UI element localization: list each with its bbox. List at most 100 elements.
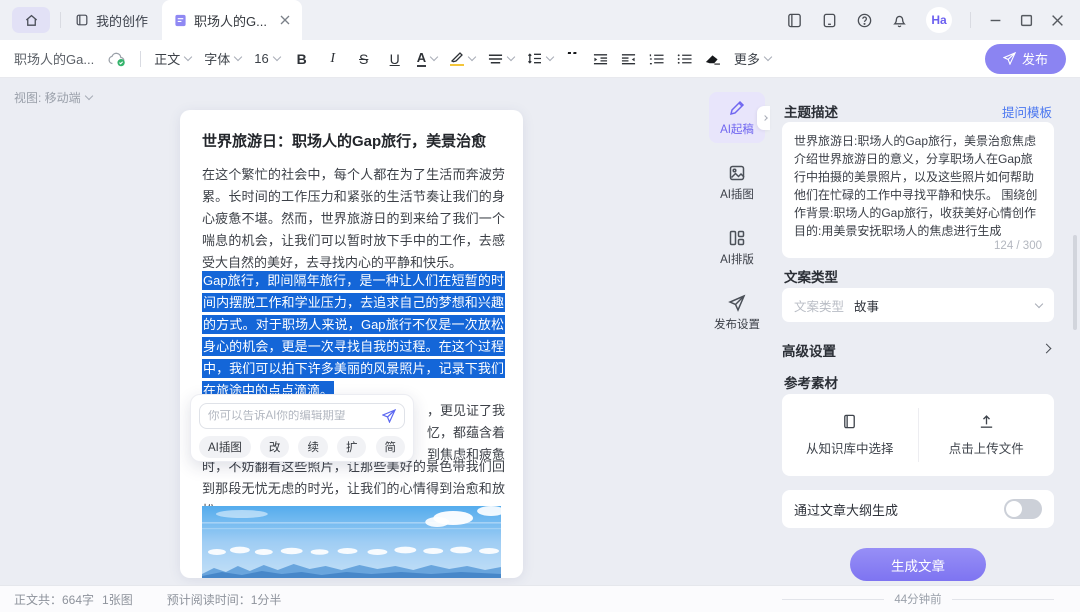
document-icon [174, 14, 187, 27]
blockquote-button[interactable]: “ [566, 52, 580, 66]
panel-collapse-handle[interactable] [757, 106, 770, 130]
image-icon [728, 164, 746, 182]
copy-type-dropdown[interactable]: 文案类型 故事 [782, 288, 1054, 322]
toolbar-doc-title: 职场人的Ga... [14, 49, 94, 68]
chevron-down-icon [507, 53, 515, 61]
highlight-color-dropdown[interactable] [450, 51, 475, 66]
topic-description-card: 世界旅游日:职场人的Gap旅行，美景治愈焦虑介绍世界旅游日的意义，分享职场人在G… [782, 122, 1054, 258]
italic-button[interactable]: I [324, 51, 342, 67]
toolbar-divider [140, 51, 141, 67]
text-selection: Gap旅行，即间隔年旅行，是一种让人们在短暂的时间内摆脱工作和学业压力，去追求自… [202, 271, 505, 400]
tab-publish-settings[interactable]: 发布设置 [709, 287, 765, 338]
user-avatar[interactable]: Ha [926, 7, 952, 33]
tab-ai-draft-label: AI起稿 [720, 121, 754, 137]
editor-toolbar: 职场人的Ga... 正文 字体 16 B I S U A “ [0, 40, 1080, 78]
last-saved-timestamp: 44分钟前 [894, 591, 941, 607]
ai-expand-button[interactable]: 扩 [337, 436, 367, 458]
ai-edit-popup: AI插图 改 续 扩 简 [190, 394, 414, 462]
line-height-dropdown[interactable] [527, 52, 553, 65]
align-dropdown[interactable] [488, 53, 514, 65]
send-icon[interactable] [382, 409, 396, 423]
minimize-icon[interactable] [989, 14, 1002, 27]
font-color-icon: A [417, 51, 426, 67]
article-photo-sky-mountains[interactable] [202, 506, 501, 578]
view-mode-selector[interactable]: 视图: 移动端 [14, 89, 92, 106]
ai-illustration-button[interactable]: AI插图 [199, 436, 251, 458]
fragment-line: 忆，都蕴含着 [424, 422, 505, 444]
question-template-link[interactable]: 提问模板 [1002, 102, 1052, 121]
ai-quick-actions: AI插图 改 续 扩 简 [199, 436, 405, 458]
tab-publish-settings-label: 发布设置 [714, 316, 760, 332]
close-tab-icon[interactable] [280, 15, 290, 25]
strikethrough-button[interactable]: S [355, 51, 373, 67]
topic-description-text[interactable]: 世界旅游日:职场人的Gap旅行，美景治愈焦虑介绍世界旅游日的意义，分享职场人在G… [794, 132, 1042, 240]
advanced-settings-row[interactable]: 高级设置 [782, 340, 1054, 360]
document-tab[interactable]: 职场人的G... [162, 0, 302, 40]
font-size-dropdown[interactable]: 16 [254, 51, 279, 66]
more-dropdown[interactable]: 更多 [734, 49, 771, 68]
help-icon[interactable] [856, 12, 873, 29]
upload-file[interactable]: 点击上传文件 [919, 394, 1055, 476]
ai-rewrite-button[interactable]: 改 [260, 436, 290, 458]
topic-description-label: 主题描述 [784, 101, 838, 121]
article-paragraph-1[interactable]: 在这个繁忙的社会中，每个人都在为了生活而奔波劳累。长时间的工作压力和紧张的生活节… [202, 164, 505, 274]
tab-ai-layout[interactable]: AI排版 [709, 222, 765, 273]
view-mode-label: 视图: 移动端 [14, 89, 81, 106]
article-paragraph-selected[interactable]: Gap旅行，即间隔年旅行，是一种让人们在短暂的时间内摆脱工作和学业压力，去追求自… [202, 270, 505, 402]
align-icon [488, 53, 503, 65]
select-from-knowledge-base-label: 从知识库中选择 [806, 438, 894, 457]
font-color-dropdown[interactable]: A [417, 51, 437, 67]
read-time: 预计阅读时间：1分半 [167, 591, 282, 608]
timestamp-divider [952, 599, 1054, 600]
home-icon [24, 13, 39, 28]
my-creations-tab[interactable]: 我的创作 [61, 0, 162, 40]
journal-icon[interactable] [786, 12, 803, 29]
home-button[interactable] [12, 7, 50, 33]
maximize-icon[interactable] [1020, 14, 1033, 27]
underline-button[interactable]: U [386, 51, 404, 67]
tab-ai-illustration[interactable]: AI插图 [709, 157, 765, 208]
window-controls-divider [970, 12, 971, 28]
my-creations-label: 我的创作 [96, 11, 148, 30]
chevron-right-icon [1042, 344, 1052, 354]
book-icon [841, 413, 858, 430]
copy-type-label: 文案类型 [784, 266, 838, 286]
publish-label: 发布 [1022, 49, 1048, 68]
fragment-line: ，更见证了我 [424, 400, 505, 422]
device-icon[interactable] [821, 12, 838, 29]
unordered-list-icon[interactable] [677, 53, 692, 65]
clear-format-eraser-icon[interactable] [705, 52, 721, 65]
indent-increase-icon[interactable] [593, 53, 608, 65]
ordered-list-icon[interactable] [649, 53, 664, 65]
article-title[interactable]: 世界旅游日：职场人的Gap旅行，美景治愈 [202, 130, 501, 151]
chevron-down-icon [764, 53, 772, 61]
ai-edit-input-wrap [199, 403, 405, 429]
chevron-down-icon [234, 53, 242, 61]
document-canvas[interactable]: 世界旅游日：职场人的Gap旅行，美景治愈 在这个繁忙的社会中，每个人都在为了生活… [180, 110, 523, 578]
indent-decrease-icon[interactable] [621, 53, 636, 65]
tab-ai-layout-label: AI排版 [720, 251, 754, 267]
publish-button[interactable]: 发布 [985, 44, 1066, 74]
ai-simplify-button[interactable]: 简 [376, 436, 406, 458]
ai-edit-input[interactable] [208, 410, 376, 422]
upload-icon [978, 413, 995, 430]
upload-file-label: 点击上传文件 [949, 438, 1024, 457]
tab-ai-illustration-label: AI插图 [720, 186, 754, 202]
select-from-knowledge-base[interactable]: 从知识库中选择 [782, 394, 918, 476]
outline-generate-toggle[interactable] [1004, 499, 1042, 519]
chevron-down-icon [430, 53, 438, 61]
timestamp-divider [782, 599, 884, 600]
advanced-settings-label: 高级设置 [782, 340, 836, 360]
pencil-icon [728, 99, 746, 117]
close-window-icon[interactable] [1051, 14, 1064, 27]
notifications-bell-icon[interactable] [891, 12, 908, 29]
panel-scrollbar-thumb[interactable] [1073, 235, 1077, 330]
generate-article-button[interactable]: 生成文章 [850, 548, 986, 581]
bold-button[interactable]: B [293, 51, 311, 67]
chevron-down-icon [1035, 299, 1043, 307]
chevron-down-icon [184, 53, 192, 61]
paragraph-style-dropdown[interactable]: 正文 [154, 49, 191, 68]
font-family-dropdown[interactable]: 字体 [204, 49, 241, 68]
image-count: 1张图 [102, 591, 133, 608]
ai-continue-button[interactable]: 续 [298, 436, 328, 458]
